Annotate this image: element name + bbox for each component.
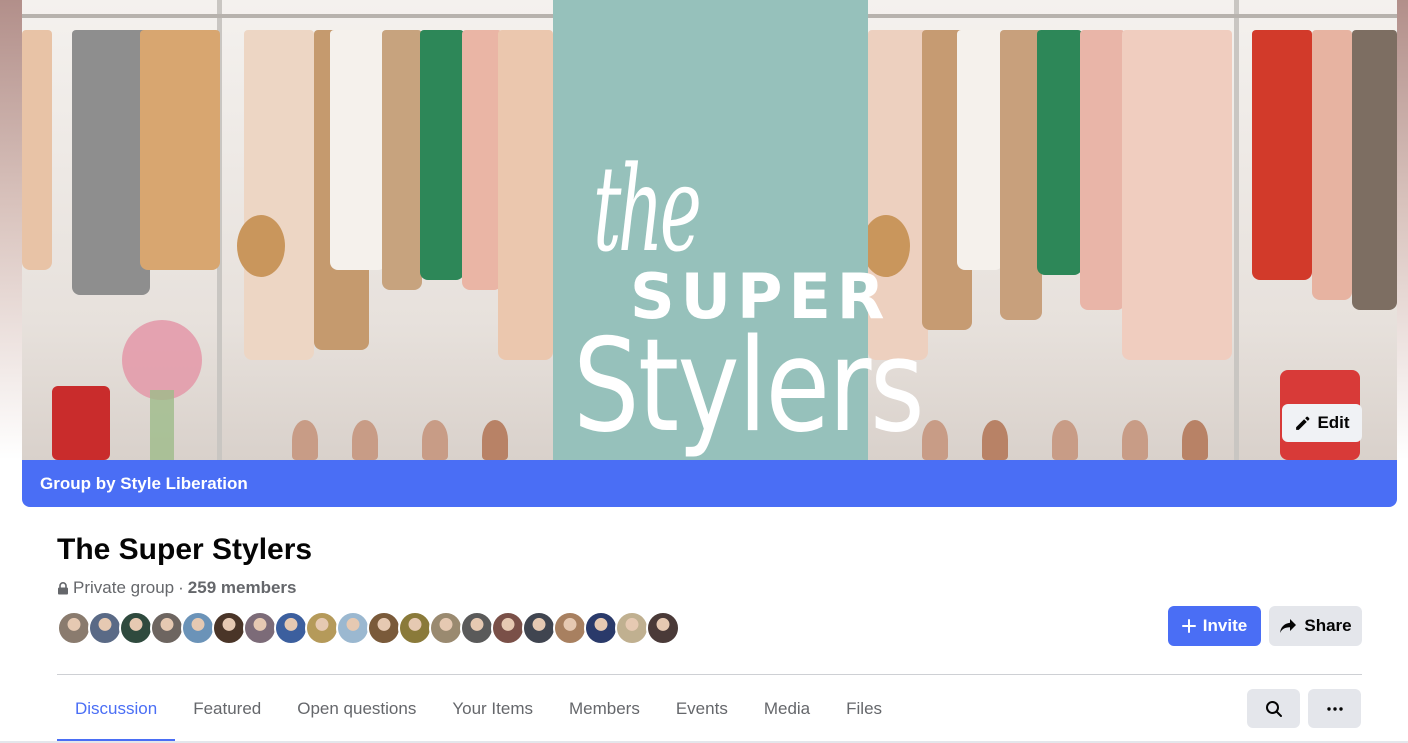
shoe xyxy=(422,420,448,460)
logo-panel: the SUPER Stylers xyxy=(553,0,925,460)
tab-featured[interactable]: Featured xyxy=(175,676,279,742)
member-avatar[interactable] xyxy=(522,611,556,645)
tab-discussion[interactable]: Discussion xyxy=(57,676,176,742)
member-avatar[interactable] xyxy=(367,611,401,645)
clothes-rail xyxy=(22,14,553,18)
member-avatar[interactable] xyxy=(646,611,680,645)
member-avatar[interactable] xyxy=(584,611,618,645)
group-tabs: Discussion Featured Open questions Your Ite… xyxy=(57,676,900,742)
meta-separator: · xyxy=(178,578,184,597)
garment xyxy=(462,30,502,290)
garment xyxy=(1252,30,1312,280)
member-avatar[interactable] xyxy=(274,611,308,645)
member-avatar[interactable] xyxy=(615,611,649,645)
pencil-icon xyxy=(1296,416,1310,430)
edit-label: Edit xyxy=(1317,413,1350,432)
member-avatar[interactable] xyxy=(181,611,215,645)
member-avatar[interactable] xyxy=(398,611,432,645)
more-options-button[interactable] xyxy=(1308,689,1361,728)
member-avatar[interactable] xyxy=(553,611,587,645)
member-avatar[interactable] xyxy=(336,611,370,645)
vase xyxy=(150,390,174,460)
tab-your-items[interactable]: Your Items xyxy=(434,676,551,742)
share-button[interactable]: Share xyxy=(1269,606,1362,646)
member-avatar[interactable] xyxy=(460,611,494,645)
cover-photo: the SUPER Stylers xyxy=(22,0,1397,460)
tab-files[interactable]: Files xyxy=(828,676,900,742)
shoe xyxy=(982,420,1008,460)
garment xyxy=(22,30,52,270)
garment xyxy=(1080,30,1125,310)
search-icon xyxy=(1265,700,1282,717)
garment xyxy=(244,30,314,360)
shoe xyxy=(1182,420,1208,460)
garment xyxy=(1312,30,1352,300)
member-avatar[interactable] xyxy=(150,611,184,645)
garment xyxy=(498,30,553,360)
invite-label: Invite xyxy=(1202,616,1248,635)
shoe xyxy=(922,420,948,460)
logo-stylers-text: Stylers xyxy=(573,312,925,460)
shoe xyxy=(482,420,508,460)
tab-members[interactable]: Members xyxy=(551,676,658,742)
lock-icon xyxy=(58,581,68,594)
group-owner-text: Group by Style Liberation xyxy=(40,473,248,493)
garment xyxy=(420,30,464,280)
red-bag xyxy=(52,386,110,460)
member-avatar[interactable] xyxy=(429,611,463,645)
member-avatar[interactable] xyxy=(212,611,246,645)
shoe xyxy=(1122,420,1148,460)
plus-icon xyxy=(1181,619,1196,633)
member-avatar[interactable] xyxy=(119,611,153,645)
garment xyxy=(72,30,150,295)
share-arrow-icon xyxy=(1280,619,1297,633)
member-count-link[interactable]: 259 members xyxy=(188,578,297,598)
search-button[interactable] xyxy=(1247,689,1300,728)
privacy-label: Private group xyxy=(73,578,175,597)
header-divider xyxy=(57,674,1362,675)
shoe xyxy=(352,420,378,460)
shoe xyxy=(1052,420,1078,460)
flowers xyxy=(122,320,202,400)
group-owner-banner[interactable]: Group by Style Liberation xyxy=(22,460,1397,507)
share-label: Share xyxy=(1304,616,1352,635)
garment xyxy=(382,30,422,290)
group-meta: Private group · 259 members xyxy=(57,578,296,598)
more-dots-icon xyxy=(1326,706,1343,711)
garment xyxy=(1000,30,1042,320)
garment xyxy=(1122,30,1232,360)
garment xyxy=(1352,30,1397,310)
group-title: The Super Stylers xyxy=(57,533,313,566)
round-bag xyxy=(237,215,285,277)
garment xyxy=(330,30,386,270)
garment xyxy=(1037,30,1082,275)
member-avatar[interactable] xyxy=(305,611,339,645)
tab-events[interactable]: Events xyxy=(658,676,746,742)
invite-button[interactable]: Invite xyxy=(1168,606,1261,646)
edit-cover-button[interactable]: Edit xyxy=(1282,404,1362,442)
clothes-rail xyxy=(868,14,1397,18)
shoe xyxy=(292,420,318,460)
logo-script-text: the xyxy=(593,140,702,278)
member-avatar[interactable] xyxy=(243,611,277,645)
garment xyxy=(957,30,1003,270)
garment xyxy=(140,30,220,270)
member-avatars[interactable] xyxy=(57,611,680,645)
tab-media[interactable]: Media xyxy=(746,676,828,742)
member-avatar[interactable] xyxy=(491,611,525,645)
tab-open-questions[interactable]: Open questions xyxy=(279,676,434,742)
member-avatar[interactable] xyxy=(57,611,91,645)
member-avatar[interactable] xyxy=(88,611,122,645)
rack-pole xyxy=(1234,0,1239,460)
